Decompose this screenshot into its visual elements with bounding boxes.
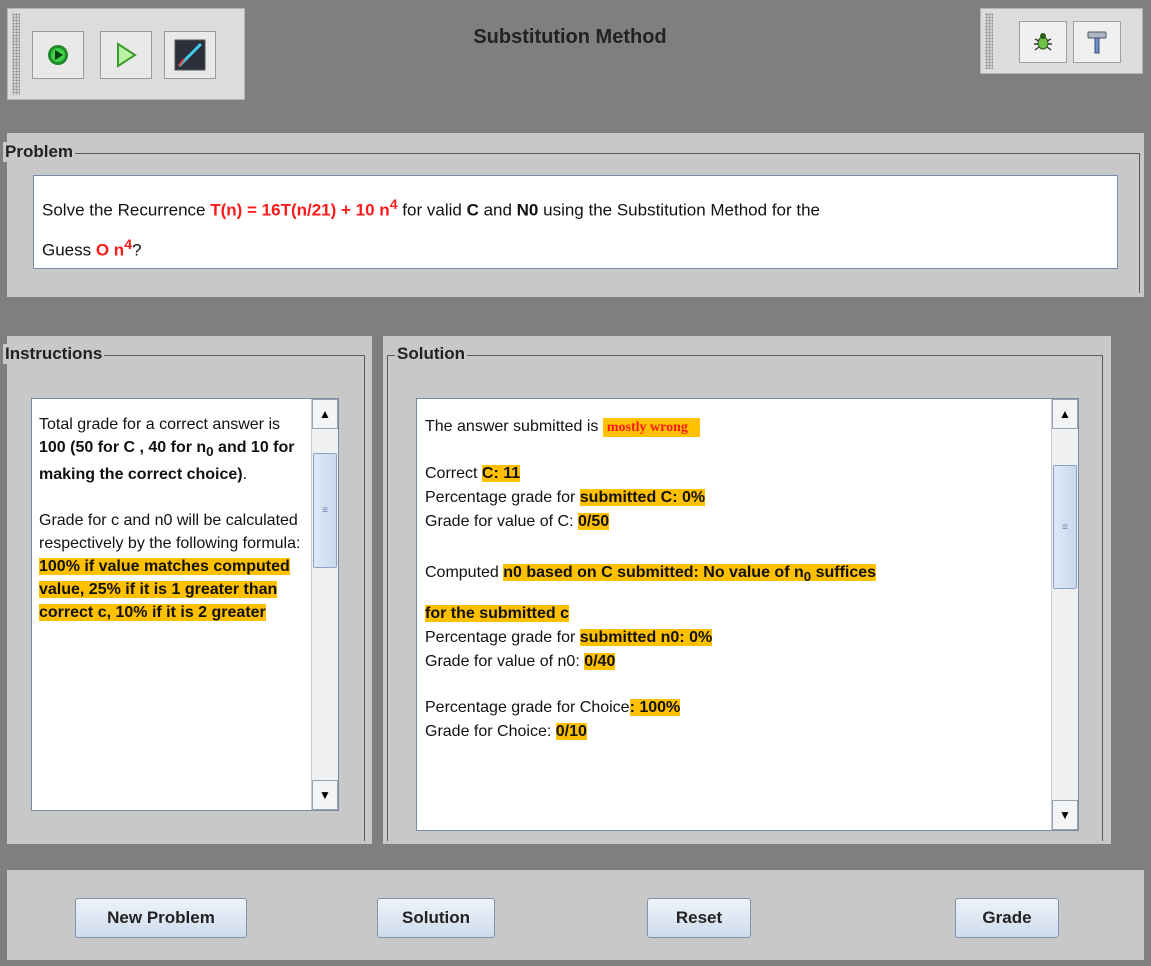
problem-exponent-2: 4 bbox=[124, 236, 133, 253]
instructions-border-right bbox=[364, 355, 365, 841]
problem-textbox: Solve the Recurrence T(n) = 16T(n/21) + … bbox=[33, 175, 1118, 269]
instructions-panel: Instructions Total grade for a correct a… bbox=[3, 336, 372, 844]
toolbar-grip[interactable] bbox=[12, 13, 20, 95]
instructions-p1-period: . bbox=[242, 466, 248, 484]
tools-button[interactable] bbox=[1073, 21, 1121, 63]
instructions-paragraph-2: Grade for c and n0 will be calculated re… bbox=[39, 509, 303, 624]
solution-line-grade-choice: Grade for Choice: 0/10 bbox=[425, 720, 1045, 744]
solution-textbox: The answer submitted is mostly wrong Cor… bbox=[416, 398, 1079, 831]
pct-c-value: submitted C: 0% bbox=[579, 489, 706, 506]
solution-line-pct-n0: Percentage grade for submitted n0: 0% bbox=[425, 626, 1045, 650]
grade-n0-label: Grade for value of n0: bbox=[425, 653, 585, 671]
problem-text-1: Solve the Recurrence bbox=[42, 200, 211, 220]
solution-scroll-thumb[interactable]: ≡ bbox=[1053, 465, 1077, 589]
pct-choice-label: Percentage grade for Choice bbox=[425, 699, 630, 717]
correct-c-label: Correct bbox=[425, 465, 482, 482]
bug-icon bbox=[1034, 33, 1052, 51]
computed-n0-label: Computed bbox=[425, 564, 504, 581]
solution-line-grade-n0: Grade for value of n0: 0/40 bbox=[425, 650, 1045, 674]
instructions-content: Total grade for a correct answer is 100 … bbox=[39, 413, 303, 624]
problem-border-right bbox=[1139, 153, 1140, 293]
grade-choice-label: Grade for Choice: bbox=[425, 723, 556, 741]
instructions-p1-subscript: 0 bbox=[206, 444, 214, 460]
run-button[interactable] bbox=[32, 31, 84, 79]
solution-line-grade-c: Grade for value of C: 0/50 bbox=[425, 510, 1045, 534]
problem-text-2: for valid bbox=[397, 200, 467, 220]
solution-button[interactable]: Solution bbox=[377, 898, 495, 938]
solution-line-computed-n0-cont: for the submitted c bbox=[425, 602, 1045, 626]
solution-panel: Solution The answer submitted is mostly … bbox=[383, 336, 1111, 844]
instructions-p1-bold: 100 (50 for C , 40 for n bbox=[39, 439, 207, 456]
problem-border-top bbox=[7, 153, 1140, 154]
instructions-formula: 100% if value matches computed value, 25… bbox=[39, 558, 290, 622]
solution-verdict-label: The answer submitted is bbox=[425, 418, 603, 435]
solution-border-right bbox=[1102, 355, 1103, 841]
chart-button[interactable] bbox=[164, 31, 216, 79]
run-toolbar bbox=[7, 8, 245, 100]
problem-legend: Problem bbox=[3, 142, 76, 162]
instructions-legend: Instructions bbox=[3, 344, 105, 364]
scroll-thumb[interactable]: ≡ bbox=[313, 453, 337, 568]
run-icon bbox=[48, 45, 68, 65]
solution-scroll-down-button[interactable]: ▼ bbox=[1052, 800, 1078, 830]
instructions-p1-text: Total grade for a correct answer is bbox=[39, 416, 280, 433]
problem-exponent-1: 4 bbox=[389, 197, 398, 213]
problem-panel: Problem Solve the Recurrence T(n) = 16T(… bbox=[3, 133, 1144, 297]
hammer-icon bbox=[1087, 31, 1107, 54]
problem-text-3: and bbox=[478, 200, 517, 220]
solution-line-verdict: The answer submitted is mostly wrong bbox=[425, 415, 1045, 440]
toolbar-grip-right[interactable] bbox=[985, 13, 993, 69]
play-button[interactable] bbox=[100, 31, 152, 79]
problem-recurrence: T(n) = 16T(n/21) + 10 n bbox=[210, 200, 390, 220]
solution-scroll-up-button[interactable]: ▲ bbox=[1052, 399, 1078, 429]
tools-toolbar bbox=[980, 8, 1143, 74]
grade-choice-value: 0/10 bbox=[555, 723, 587, 741]
button-bar: New Problem Solution Reset Grade bbox=[7, 870, 1144, 960]
solution-legend: Solution bbox=[395, 344, 467, 364]
page-title: Substitution Method bbox=[473, 26, 667, 48]
problem-n0-label: N0 bbox=[516, 200, 539, 220]
pct-c-label: Percentage grade for bbox=[425, 489, 580, 506]
grade-c-label: Grade for value of C: bbox=[425, 513, 578, 530]
computed-n0-value-cont: for the submitted c bbox=[425, 605, 570, 623]
solution-verdict: mostly wrong bbox=[602, 418, 700, 437]
instructions-textbox: Total grade for a correct answer is 100 … bbox=[31, 398, 339, 811]
grade-c-value: 0/50 bbox=[577, 513, 610, 530]
problem-text-4: using the Substitution Method for the bbox=[538, 200, 821, 220]
problem-text-6: ? bbox=[132, 240, 142, 260]
scroll-up-button[interactable]: ▲ bbox=[312, 399, 338, 429]
new-problem-button[interactable]: New Problem bbox=[75, 898, 247, 938]
scroll-down-button[interactable]: ▼ bbox=[312, 780, 338, 810]
solution-border-left bbox=[387, 355, 388, 841]
pct-choice-value: : 100% bbox=[629, 699, 681, 717]
chart-icon bbox=[174, 39, 206, 71]
solution-line-computed-n0: Computed n0 based on C submitted: No val… bbox=[425, 556, 1045, 594]
solution-line-pct-choice: Percentage grade for Choice: 100% bbox=[425, 696, 1045, 720]
problem-text-5: Guess bbox=[42, 240, 96, 260]
problem-guess: O n bbox=[95, 240, 125, 260]
pct-n0-value: submitted n0: 0% bbox=[579, 629, 713, 647]
grade-n0-value: 0/40 bbox=[584, 653, 616, 671]
grade-button[interactable]: Grade bbox=[955, 898, 1059, 938]
solution-border-top bbox=[387, 355, 1103, 356]
problem-c-label: C bbox=[466, 200, 479, 220]
solution-scrollbar[interactable]: ▲ ≡ ▼ bbox=[1051, 399, 1078, 830]
play-icon bbox=[117, 42, 137, 68]
solution-line-pct-c: Percentage grade for submitted C: 0% bbox=[425, 486, 1045, 510]
instructions-paragraph-1: Total grade for a correct answer is 100 … bbox=[39, 413, 303, 486]
computed-n0-value: n0 based on C submitted: No value of n0 … bbox=[503, 564, 877, 585]
solution-line-correct-c: Correct C: 11 bbox=[425, 462, 1045, 486]
instructions-p2-text: Grade for c and n0 will be calculated re… bbox=[39, 512, 301, 553]
correct-c-value: C: 11 bbox=[481, 465, 521, 482]
reset-button[interactable]: Reset bbox=[647, 898, 751, 938]
solution-content: The answer submitted is mostly wrong Cor… bbox=[425, 415, 1045, 744]
debug-button[interactable] bbox=[1019, 21, 1067, 63]
pct-n0-label: Percentage grade for bbox=[425, 629, 580, 647]
instructions-scrollbar[interactable]: ▲ ≡ ▼ bbox=[311, 399, 338, 810]
